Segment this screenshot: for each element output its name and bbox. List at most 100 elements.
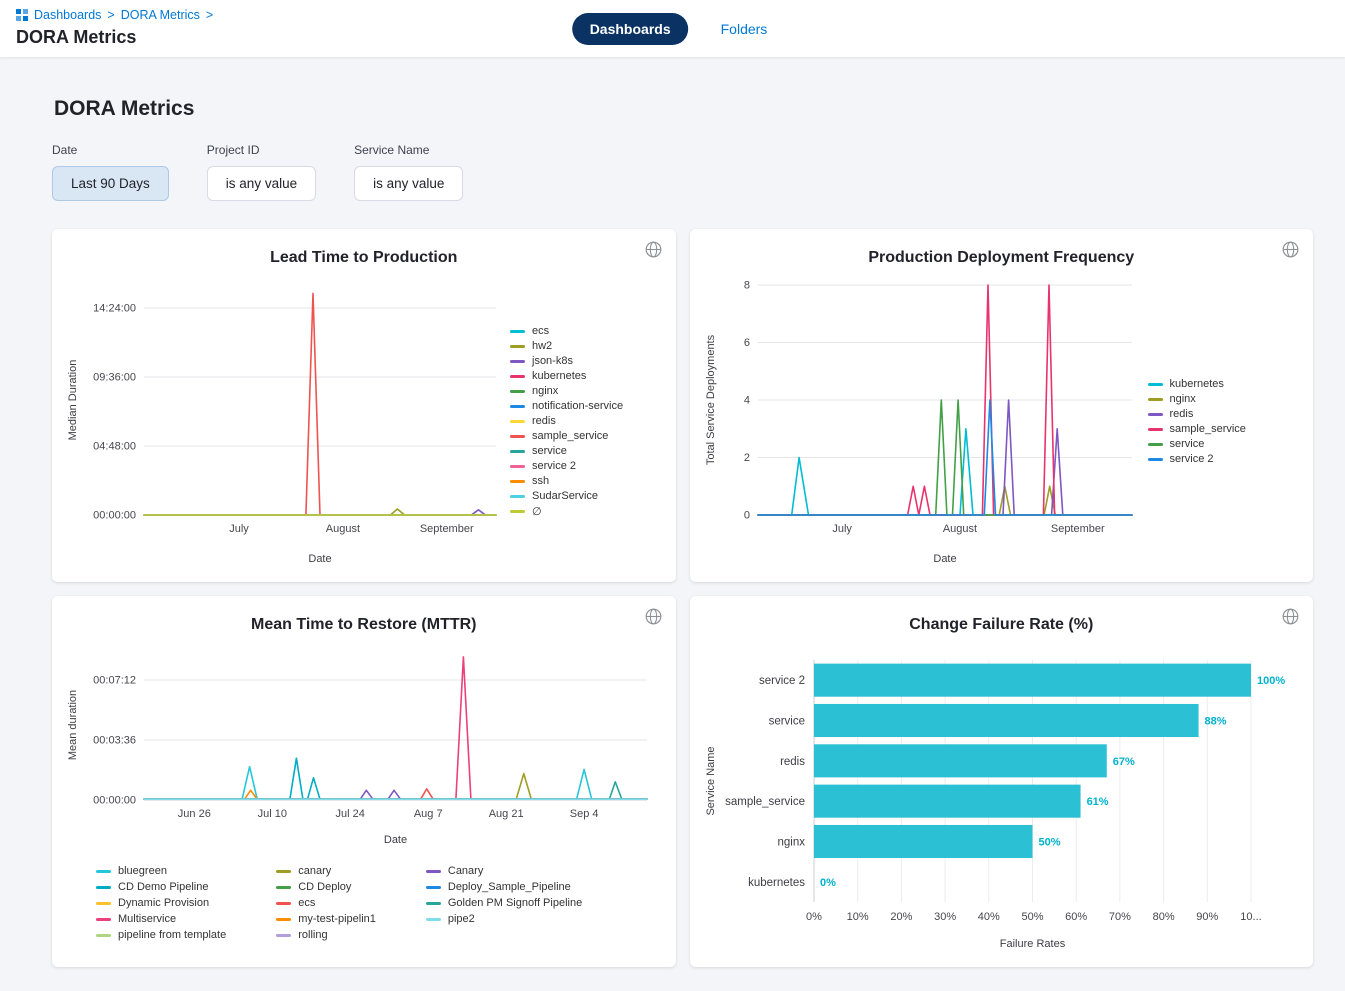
legend-item[interactable]: json-k8s — [510, 355, 623, 367]
legend-item[interactable]: Canary — [426, 865, 582, 877]
tab-dashboards[interactable]: Dashboards — [572, 13, 689, 45]
legend-swatch — [96, 902, 111, 905]
svg-text:Sep 4: Sep 4 — [570, 808, 599, 820]
filter-project-id-value-button[interactable]: is any value — [207, 166, 316, 201]
series-line[interactable] — [144, 790, 647, 799]
legend-item[interactable]: nginx — [510, 385, 623, 397]
svg-text:Median Duration: Median Duration — [67, 360, 79, 441]
bar[interactable] — [814, 704, 1199, 737]
svg-text:Aug 21: Aug 21 — [489, 808, 524, 820]
legend-label: Dynamic Provision — [118, 897, 209, 909]
legend-item[interactable]: notification-service — [510, 400, 623, 412]
legend-swatch — [510, 480, 525, 483]
legend-item[interactable]: service 2 — [510, 460, 623, 472]
legend-item[interactable]: Golden PM Signoff Pipeline — [426, 897, 582, 909]
svg-text:nginx: nginx — [777, 837, 805, 849]
legend-item[interactable]: nginx — [1148, 393, 1246, 405]
legend-label: canary — [298, 865, 331, 877]
legend-item[interactable]: my-test-pipelin1 — [276, 913, 376, 925]
legend-item[interactable]: kubernetes — [1148, 378, 1246, 390]
legend-label: ecs — [532, 325, 549, 337]
legend-swatch — [1148, 398, 1163, 401]
card-deploy-frequency: Production Deployment Frequency 02468Jul… — [690, 229, 1314, 582]
legend-label: hw2 — [532, 340, 552, 352]
legend-swatch — [510, 360, 525, 363]
legend-item[interactable]: Deploy_Sample_Pipeline — [426, 881, 582, 893]
legend-item[interactable]: canary — [276, 865, 376, 877]
legend-label: json-k8s — [532, 355, 573, 367]
legend-item[interactable]: rolling — [276, 929, 376, 941]
deploy-frequency-chart: 02468JulyAugustSeptemberDateTotal Servic… — [702, 269, 1142, 574]
legend-item[interactable]: CD Demo Pipeline — [96, 881, 226, 893]
chart-title-deploy-frequency: Production Deployment Frequency — [702, 249, 1302, 267]
legend-item[interactable]: Dynamic Provision — [96, 897, 226, 909]
legend-item[interactable]: ecs — [276, 897, 376, 909]
bar[interactable] — [814, 744, 1107, 777]
legend-label: sample_service — [532, 430, 608, 442]
svg-text:Service Name: Service Name — [705, 746, 717, 815]
legend-swatch — [510, 435, 525, 438]
legend-swatch — [510, 510, 525, 513]
series-line[interactable] — [144, 774, 647, 800]
svg-text:04:48:00: 04:48:00 — [93, 441, 136, 453]
legend-swatch — [1148, 443, 1163, 446]
legend-item[interactable]: service — [1148, 438, 1246, 450]
legend-item[interactable]: redis — [510, 415, 623, 427]
bar[interactable] — [814, 825, 1033, 858]
legend-label: kubernetes — [532, 370, 586, 382]
grid-icon — [16, 9, 28, 21]
legend-item[interactable]: ssh — [510, 475, 623, 487]
tab-folders[interactable]: Folders — [715, 20, 774, 38]
legend-column: canary CD Deploy ecs my-test-pipelin1 rollin… — [276, 865, 376, 941]
legend-item[interactable]: service 2 — [1148, 453, 1246, 465]
legend-item[interactable]: pipe2 — [426, 913, 582, 925]
legend-item[interactable]: service — [510, 445, 623, 457]
series-line[interactable] — [144, 293, 496, 515]
series-line[interactable] — [144, 782, 647, 799]
legend-swatch — [426, 886, 441, 889]
legend-swatch — [96, 918, 111, 921]
breadcrumb-separator: > — [206, 8, 213, 22]
legend-item[interactable]: sample_service — [1148, 423, 1246, 435]
legend-item[interactable]: SudarService — [510, 490, 623, 502]
legend-item[interactable]: Multiservice — [96, 913, 226, 925]
legend-label: Multiservice — [118, 913, 176, 925]
legend-item[interactable]: redis — [1148, 408, 1246, 420]
bar[interactable] — [814, 785, 1081, 818]
breadcrumb-separator: > — [107, 8, 114, 22]
filter-service-name-value-button[interactable]: is any value — [354, 166, 463, 201]
legend-item[interactable]: kubernetes — [510, 370, 623, 382]
legend-item[interactable]: ∅ — [510, 505, 623, 518]
globe-icon — [645, 241, 662, 258]
mttr-legend: bluegreen CD Demo Pipeline Dynamic Provisi… — [96, 865, 664, 941]
legend-swatch — [510, 450, 525, 453]
svg-text:redis: redis — [780, 756, 805, 768]
legend-label: nginx — [1170, 393, 1196, 405]
page-title: DORA Metrics — [54, 97, 1313, 121]
series-line[interactable] — [144, 657, 647, 799]
legend-item[interactable]: hw2 — [510, 340, 623, 352]
legend-item[interactable]: CD Deploy — [276, 881, 376, 893]
legend-column: bluegreen CD Demo Pipeline Dynamic Provisi… — [96, 865, 226, 941]
legend-item[interactable]: pipeline from template — [96, 929, 226, 941]
series-line[interactable] — [144, 789, 647, 799]
bar[interactable] — [814, 664, 1251, 697]
filter-date-value-button[interactable]: Last 90 Days — [52, 166, 169, 201]
legend-swatch — [1148, 383, 1163, 386]
legend-label: notification-service — [532, 400, 623, 412]
legend-label: CD Demo Pipeline — [118, 881, 208, 893]
breadcrumb-dashboards[interactable]: Dashboards — [34, 8, 101, 22]
breadcrumb-dora-metrics[interactable]: DORA Metrics — [121, 8, 200, 22]
svg-text:August: August — [942, 523, 976, 535]
series-line[interactable] — [144, 767, 647, 800]
svg-text:Date: Date — [384, 834, 407, 846]
legend-label: pipe2 — [448, 913, 475, 925]
legend-item[interactable]: ecs — [510, 325, 623, 337]
svg-text:00:03:36: 00:03:36 — [93, 735, 136, 747]
legend-item[interactable]: bluegreen — [96, 865, 226, 877]
change-failure-rate-chart: 0%10%20%30%40%50%60%70%80%90%10...100%se… — [702, 648, 1302, 959]
legend-item[interactable]: sample_service — [510, 430, 623, 442]
svg-text:8: 8 — [743, 280, 749, 292]
legend-label: redis — [1170, 408, 1194, 420]
deploy-frequency-legend: kubernetes nginx redis sample_serviceservic… — [1148, 378, 1246, 465]
